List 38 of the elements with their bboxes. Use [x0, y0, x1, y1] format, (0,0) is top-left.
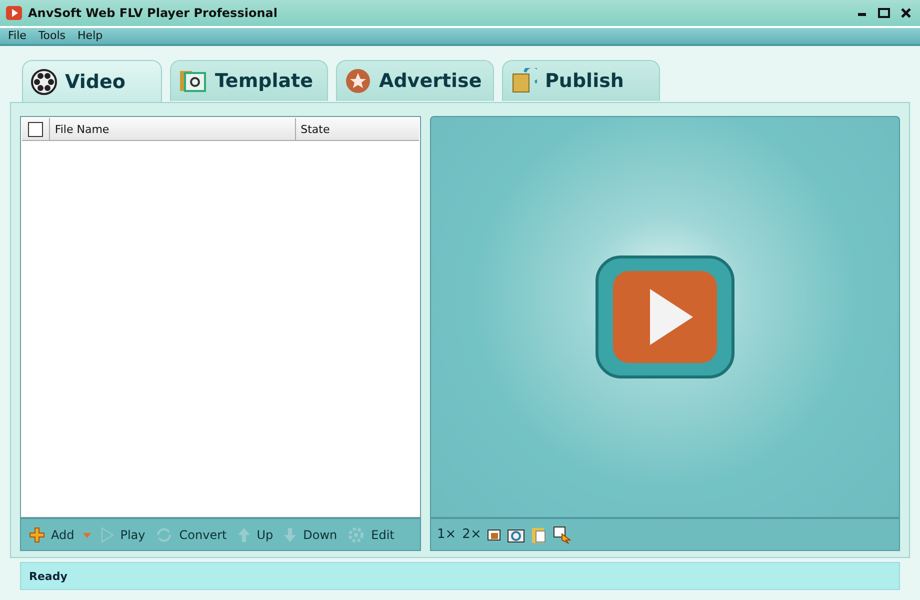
maximize-icon[interactable]: [878, 8, 890, 18]
window-icon[interactable]: [487, 528, 502, 542]
play-icon: [100, 526, 114, 542]
app-logo-icon: [6, 6, 22, 20]
tab[interactable]: Video: [22, 60, 162, 102]
plus-icon: [29, 526, 45, 542]
window-cursor-icon[interactable]: [553, 526, 572, 544]
play-button-icon[interactable]: [595, 255, 735, 379]
column-header[interactable]: File Name: [48, 118, 295, 140]
column-header[interactable]: State: [294, 118, 419, 140]
tab[interactable]: Publish: [502, 60, 660, 101]
gear-icon: [347, 526, 366, 544]
zoom-button[interactable]: 2×: [462, 527, 482, 542]
star-badge-icon: [345, 68, 371, 94]
refresh-icon: [155, 526, 174, 544]
close-icon[interactable]: [901, 8, 911, 18]
select-all-checkbox[interactable]: [28, 122, 43, 137]
tab[interactable]: Advertise: [336, 60, 494, 101]
zoom-button[interactable]: 1×: [437, 527, 456, 542]
package-icon: [511, 68, 537, 94]
menu-item[interactable]: Tools: [34, 28, 70, 44]
arrow-up-icon: [236, 526, 251, 542]
toolbar-button[interactable]: Up: [234, 526, 276, 542]
tab[interactable]: Template: [170, 60, 328, 101]
film-reel-icon: [31, 68, 57, 94]
arrow-down-icon: [283, 526, 298, 542]
toolbar-button[interactable]: Down: [281, 526, 340, 542]
toolbar-button[interactable]: Convert: [153, 526, 229, 544]
menu-item[interactable]: Help: [74, 28, 107, 44]
camera-icon[interactable]: [507, 526, 526, 542]
toolbar-button[interactable]: Add: [27, 526, 76, 542]
window-title: AnvSoft Web FLV Player Professional: [28, 6, 278, 20]
toolbar-button[interactable]: Play: [98, 526, 148, 542]
folder-document-icon[interactable]: [531, 526, 548, 544]
status-text: Ready: [29, 570, 68, 582]
menu-item[interactable]: File: [4, 28, 30, 44]
film-frames-icon: [179, 68, 207, 94]
toolbar-button[interactable]: Edit: [345, 526, 396, 544]
